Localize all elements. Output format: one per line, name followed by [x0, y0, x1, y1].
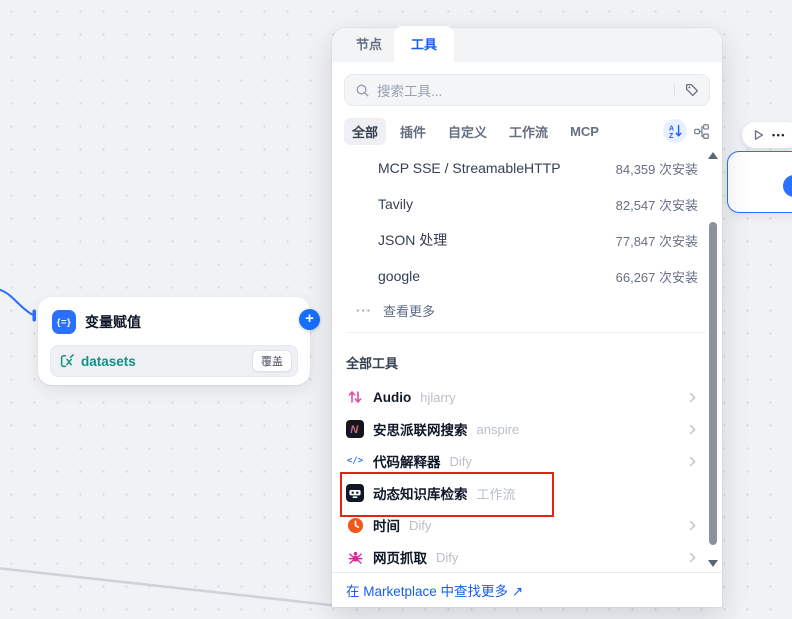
install-count: 84,359 次安装 — [616, 159, 698, 178]
marketplace-link[interactable]: 在 Marketplace 中查找更多 ↗ — [346, 580, 523, 600]
install-count: 82,547 次安装 — [616, 195, 698, 214]
search-placeholder: 搜索工具... — [377, 80, 442, 100]
search-divider — [674, 83, 675, 97]
scroll-up-arrow-icon[interactable] — [708, 152, 718, 159]
anspire-n-icon: N — [346, 420, 364, 438]
search-icon — [355, 83, 370, 98]
assigned-variable-row[interactable]: datasets 覆盖 — [50, 345, 298, 377]
filter-row: 全部 插件 自定义 工作流 MCP A Z — [344, 118, 710, 144]
variable-assigner-node[interactable]: {=} 变量赋值 + datasets 覆盖 — [38, 297, 310, 385]
marketplace-link-label: 在 Marketplace 中查找更多 — [346, 584, 508, 599]
marketplace-row[interactable]: JSON 处理 77,847 次安装 — [344, 222, 710, 258]
audio-arrows-icon — [346, 388, 364, 406]
filter-custom[interactable]: 自定义 — [440, 118, 495, 145]
tool-name: 代码解释器 — [373, 451, 441, 471]
add-next-node-button[interactable]: + — [299, 309, 320, 330]
node-title: 变量赋值 — [85, 312, 141, 332]
tool-name: Audio — [373, 390, 411, 405]
chevron-right-icon — [685, 454, 700, 469]
tool-provider: 工作流 — [477, 484, 516, 503]
tool-name: 动态知识库检索 — [373, 483, 468, 503]
install-count: 66,267 次安装 — [616, 267, 698, 286]
panel-scrollbar[interactable] — [707, 148, 719, 569]
tag-filter-icon[interactable] — [684, 82, 700, 98]
filter-mcp[interactable]: MCP — [562, 120, 607, 143]
chevron-right-icon — [685, 518, 700, 533]
install-count: 77,847 次安装 — [616, 231, 698, 250]
node-header: {=} 变量赋值 — [38, 297, 310, 334]
tree-view-icon[interactable] — [693, 123, 710, 140]
tool-name: 安思派联网搜索 — [373, 419, 468, 439]
search-input[interactable]: 搜索工具... — [344, 74, 710, 106]
section-divider — [348, 332, 706, 333]
panel-tabbar: 节点 工具 — [332, 28, 722, 62]
scrollbar-thumb[interactable] — [709, 222, 717, 545]
marketplace-row[interactable]: Tavily 82,547 次安装 — [344, 186, 710, 222]
robot-icon — [346, 484, 364, 502]
node-floating-toolbar[interactable]: ••• — [742, 122, 792, 148]
tool-provider: Dify — [450, 454, 472, 469]
svg-text:Z: Z — [669, 133, 674, 139]
tool-row-web-scraper[interactable]: 网页抓取 Dify — [344, 541, 710, 573]
spider-icon — [346, 548, 364, 566]
block-selector-panel: 节点 工具 搜索工具... 全部 插件 自定义 工作流 MCP — [332, 28, 722, 607]
tab-tools[interactable]: 工具 — [394, 26, 454, 62]
tool-row-code-interpreter[interactable]: </> 代码解释器 Dify — [344, 445, 710, 477]
scroll-down-arrow-icon[interactable] — [708, 560, 718, 567]
tool-row-dynamic-knowledge-retrieval[interactable]: 动态知识库检索 工作流 — [344, 477, 710, 509]
all-tools-list: Audio hjlarry N 安思派联网搜索 anspire — [344, 381, 710, 573]
see-more-label: 查看更多 — [383, 301, 435, 320]
panel-footer: 在 Marketplace 中查找更多 ↗ — [332, 572, 722, 607]
chevron-right-icon — [685, 390, 700, 405]
external-link-arrow-icon: ↗ — [512, 584, 523, 599]
tool-row-anspire-search[interactable]: N 安思派联网搜索 anspire — [344, 413, 710, 445]
filter-plugins[interactable]: 插件 — [392, 118, 434, 145]
chevron-right-icon — [685, 550, 700, 565]
variable-icon — [59, 353, 75, 369]
panel-body: 搜索工具... 全部 插件 自定义 工作流 MCP A Z — [332, 74, 722, 619]
tool-name: MCP SSE / StreamableHTTP — [378, 160, 561, 176]
chevron-right-icon — [685, 422, 700, 437]
clock-icon — [346, 516, 364, 534]
section-title-all-tools: 全部工具 — [346, 353, 708, 371]
svg-text:N: N — [350, 424, 359, 436]
tool-provider: anspire — [477, 422, 520, 437]
variable-name: datasets — [81, 354, 136, 369]
tool-row-audio[interactable]: Audio hjlarry — [344, 381, 710, 413]
tool-name: google — [378, 268, 420, 284]
filter-workflow[interactable]: 工作流 — [501, 118, 556, 145]
tool-provider: Dify — [436, 550, 458, 565]
code-brackets-icon: </> — [346, 452, 364, 470]
tool-name: 时间 — [373, 515, 400, 535]
overwrite-badge: 覆盖 — [252, 350, 292, 372]
tool-provider: hjlarry — [420, 390, 455, 405]
tool-row-time[interactable]: 时间 Dify — [344, 509, 710, 541]
see-more-button[interactable]: ··· 查看更多 — [344, 294, 710, 326]
tool-provider: Dify — [409, 518, 431, 533]
play-icon[interactable] — [751, 128, 765, 142]
tool-name: 网页抓取 — [373, 547, 427, 567]
filter-all[interactable]: 全部 — [344, 118, 386, 145]
ellipsis-icon: ··· — [356, 303, 372, 318]
more-actions-icon[interactable]: ••• — [772, 130, 786, 140]
variable-assigner-icon: {=} — [52, 310, 76, 334]
tool-name: JSON 处理 — [378, 230, 447, 250]
tab-nodes[interactable]: 节点 — [344, 26, 394, 62]
selected-node-partial[interactable] — [727, 151, 792, 213]
tool-name: Tavily — [378, 196, 413, 212]
marketplace-tool-list: MCP SSE / StreamableHTTP 84,359 次安装 Tavi… — [344, 150, 710, 573]
sort-az-icon[interactable]: A Z — [663, 119, 687, 143]
marketplace-row[interactable]: MCP SSE / StreamableHTTP 84,359 次安装 — [344, 150, 710, 186]
svg-text:A: A — [669, 125, 674, 132]
marketplace-row[interactable]: google 66,267 次安装 — [344, 258, 710, 294]
